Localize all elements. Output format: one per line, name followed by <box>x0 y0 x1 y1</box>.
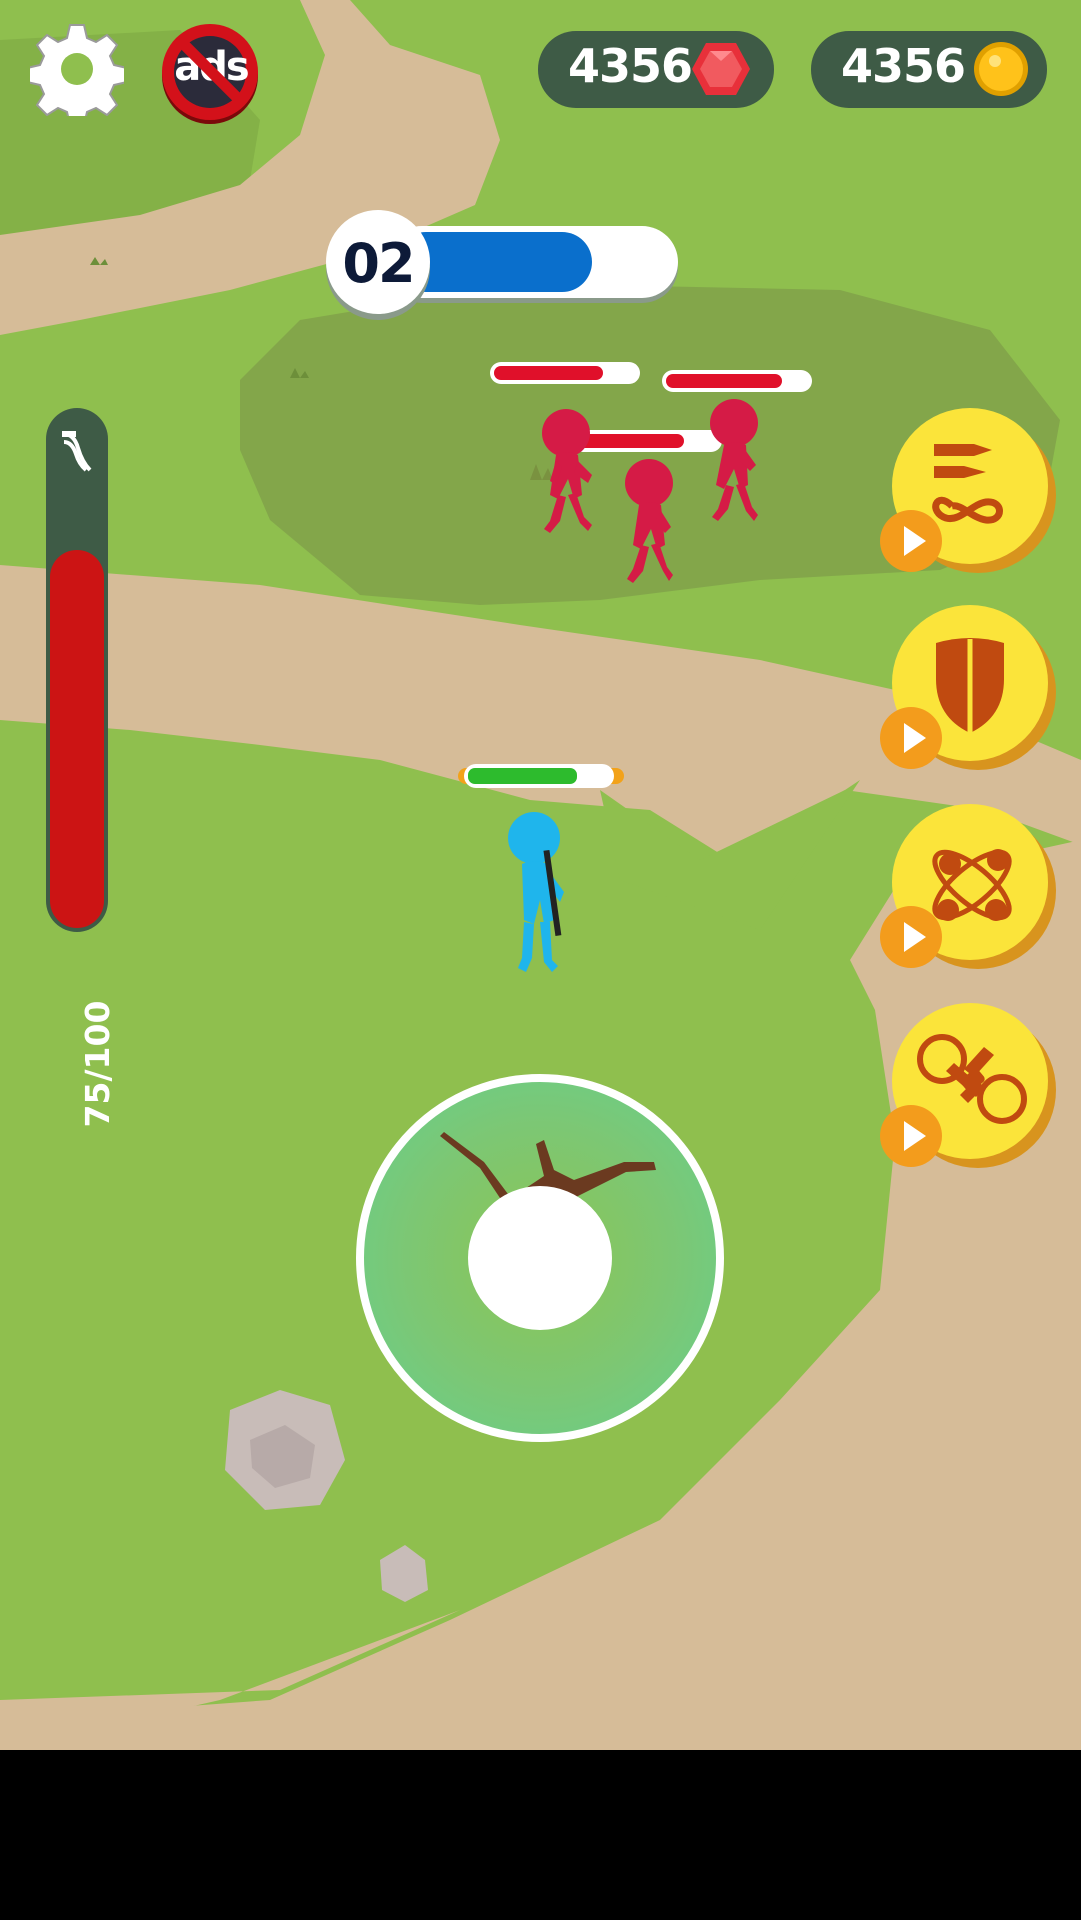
gold-coin-icon <box>974 42 1028 96</box>
gems-value: 4356 <box>568 39 693 93</box>
virtual-joystick[interactable] <box>356 1074 724 1442</box>
powerup-shield-button[interactable] <box>880 605 1048 769</box>
ammo-clip-icon <box>62 431 92 472</box>
gear-icon <box>26 24 128 126</box>
enemy-health-fill <box>494 366 603 380</box>
powerup-drone-button[interactable] <box>880 1003 1048 1167</box>
joystick-knob[interactable] <box>468 1186 612 1330</box>
coins-value: 4356 <box>841 39 966 93</box>
settings-button[interactable] <box>26 22 128 126</box>
coins-counter: 4356 <box>811 31 1047 108</box>
play-icon <box>904 723 926 753</box>
remove-ads-button[interactable]: ads <box>160 24 262 122</box>
enemy-stickman[interactable] <box>700 395 780 535</box>
red-gem-icon <box>692 43 750 95</box>
enemy-health-bar <box>490 362 640 384</box>
player-health-fill <box>468 768 577 784</box>
enemy-stickman[interactable] <box>615 455 695 595</box>
ammo-fill <box>50 550 104 928</box>
powerup-infinite-ammo-button[interactable] <box>880 408 1048 572</box>
player-health-bar <box>458 764 624 788</box>
powerup-multishot-button[interactable] <box>880 804 1048 968</box>
shield-icon <box>936 638 1004 733</box>
play-icon <box>904 1121 926 1151</box>
player-character <box>508 812 564 972</box>
game-screen: ads 4356 4356 02 75/100 <box>0 0 1081 1920</box>
watch-ad-play-button[interactable] <box>880 707 942 769</box>
play-icon <box>904 922 926 952</box>
enemy-stickman[interactable] <box>530 405 610 545</box>
ammo-bar: 75/100 <box>46 408 117 1127</box>
watch-ad-play-button[interactable] <box>880 1105 942 1167</box>
enemy-health-bar <box>662 370 812 392</box>
level-progress: 02 <box>326 208 756 316</box>
watch-ad-play-button[interactable] <box>880 510 942 572</box>
play-icon <box>904 526 926 556</box>
gems-counter: 4356 <box>538 31 774 108</box>
ammo-label: 75/100 <box>78 1000 117 1128</box>
level-number: 02 <box>342 232 415 295</box>
watch-ad-play-button[interactable] <box>880 906 942 968</box>
enemy-health-fill <box>666 374 782 388</box>
